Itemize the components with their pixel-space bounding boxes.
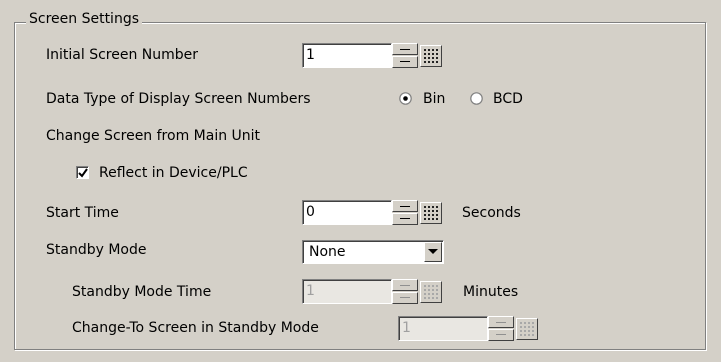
- standby-mode-label: Standby Mode: [46, 242, 147, 258]
- spin-up-button[interactable]: [488, 316, 514, 328]
- spin-up-button[interactable]: [392, 279, 418, 291]
- initial-screen-keypad-button[interactable]: [420, 45, 442, 67]
- spin-arrows-icon: [392, 43, 418, 68]
- initial-screen-input[interactable]: 1: [302, 43, 392, 68]
- spin-down-button[interactable]: [392, 213, 418, 225]
- start-time-label: Start Time: [46, 205, 119, 221]
- start-time-keypad-button[interactable]: [420, 202, 442, 224]
- change-to-screen-input[interactable]: 1: [398, 316, 488, 341]
- keypad-icon: [424, 49, 438, 63]
- standby-time-spinbox: 1: [302, 279, 419, 304]
- keypad-icon: [424, 285, 438, 299]
- spin-up-button[interactable]: [392, 200, 418, 212]
- radio-bin-label: Bin: [423, 91, 446, 107]
- change-to-screen-keypad-button[interactable]: [516, 318, 538, 340]
- standby-time-keypad-button[interactable]: [420, 281, 442, 303]
- radio-unselected-icon: [470, 92, 483, 105]
- spin-down-button[interactable]: [488, 329, 514, 341]
- standby-mode-value: None: [309, 244, 346, 260]
- dropdown-button[interactable]: [424, 242, 442, 262]
- reflect-label: Reflect in Device/PLC: [99, 165, 248, 181]
- chevron-down-icon: [428, 249, 438, 254]
- keypad-icon: [424, 206, 438, 220]
- spin-arrows-icon: [392, 279, 418, 304]
- standby-time-input[interactable]: 1: [302, 279, 392, 304]
- radio-bcd-label: BCD: [493, 91, 523, 107]
- spin-down-button[interactable]: [392, 56, 418, 68]
- change-to-screen-spinbox: 1: [398, 316, 515, 341]
- initial-screen-spinbox: 1: [302, 43, 419, 68]
- spin-arrows-icon: [392, 200, 418, 225]
- standby-time-label: Standby Mode Time: [72, 284, 212, 300]
- radio-bcd[interactable]: [470, 92, 483, 105]
- change-to-screen-label: Change-To Screen in Standby Mode: [72, 320, 319, 336]
- radio-selected-icon: [399, 92, 412, 105]
- reflect-checkbox[interactable]: [76, 166, 89, 179]
- radio-bin[interactable]: [399, 92, 412, 105]
- start-time-input[interactable]: 0: [302, 200, 392, 225]
- group-title: Screen Settings: [26, 10, 143, 28]
- spin-down-button[interactable]: [392, 292, 418, 304]
- data-type-label: Data Type of Display Screen Numbers: [46, 91, 311, 107]
- standby-mode-dropdown[interactable]: None: [302, 240, 444, 264]
- keypad-icon: [520, 322, 534, 336]
- checkmark-icon: [78, 168, 88, 178]
- change-screen-label: Change Screen from Main Unit: [46, 128, 261, 144]
- spin-arrows-icon: [488, 316, 514, 341]
- initial-screen-label: Initial Screen Number: [46, 47, 199, 63]
- start-time-spinbox: 0: [302, 200, 419, 225]
- start-time-unit: Seconds: [462, 205, 521, 221]
- spin-up-button[interactable]: [392, 43, 418, 55]
- standby-time-unit: Minutes: [463, 284, 519, 300]
